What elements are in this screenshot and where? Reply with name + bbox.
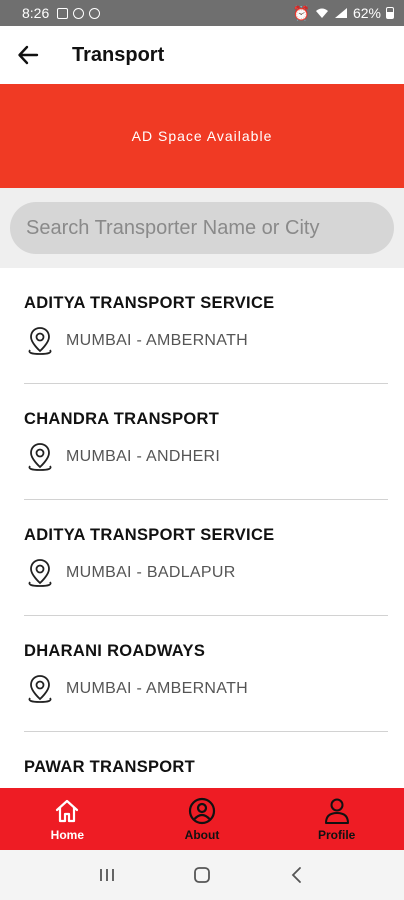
location-pin-icon [28,675,52,703]
transporter-location: MUMBAI - AMBERNATH [66,680,249,697]
nav-home-label: Home [50,827,84,842]
location-pin-icon [28,327,52,355]
home-icon [56,799,79,822]
battery-icon [386,7,394,19]
transporter-name: DHARANI ROADWAYS [24,642,206,660]
user-circle-icon [188,797,216,824]
ad-text: AD Space Available [131,128,273,144]
back-button[interactable] [0,26,56,84]
nav-about-label: About [184,827,220,842]
list-item[interactable]: ADITYA TRANSPORT SERVICE MUMBAI - BADLAP… [0,500,404,616]
list-item[interactable]: CHANDRA TRANSPORT MUMBAI - ANDHERI [0,384,404,500]
location-pin-icon [28,559,52,587]
transporter-name: PAWAR TRANSPORT [24,758,196,776]
transporter-location: MUMBAI - BADLAPUR [66,564,236,581]
transporter-name: CHANDRA TRANSPORT [24,410,220,428]
status-time: 8:26 [22,5,50,21]
location-pin-icon [28,443,52,471]
recent-apps-icon [100,869,115,881]
ad-banner[interactable]: AD Space Available [0,84,404,188]
gallery-icon [57,7,69,19]
search-input[interactable] [10,202,394,254]
system-navigation-bar [0,850,404,900]
person-icon [324,798,349,824]
home-system-button[interactable] [182,860,222,890]
list-item[interactable]: DHARANI ROADWAYS MUMBAI - AMBERNATH [0,616,404,732]
recent-apps-button[interactable] [87,860,127,890]
battery-percent: 62% [352,5,381,21]
arrow-left-icon [18,45,39,65]
chevron-left-icon [291,867,301,883]
nav-home[interactable]: Home [0,788,135,850]
nav-profile-label: Profile [318,827,356,842]
system-back-button[interactable] [277,860,317,890]
app-bar: Transport [0,26,404,84]
home-square-icon [194,867,210,883]
transporter-name: ADITYA TRANSPORT SERVICE [24,526,275,544]
nav-profile[interactable]: Profile [269,788,404,850]
skype-icon [89,7,101,19]
alarm-icon: ⏰ [292,4,310,21]
bottom-navigation: Home About Profile [0,788,404,850]
transporter-location: MUMBAI - ANDHERI [66,448,221,465]
transporter-name: ADITYA TRANSPORT SERVICE [24,294,275,312]
transporter-location: MUMBAI - AMBERNATH [66,332,249,349]
status-bar: 8:26 ⏰ 62% [0,0,404,26]
signal-icon [334,8,347,18]
transporter-list: ADITYA TRANSPORT SERVICE MUMBAI - AMBERN… [0,268,404,788]
list-item[interactable]: ADITYA TRANSPORT SERVICE MUMBAI - AMBERN… [0,268,404,384]
nav-about[interactable]: About [135,788,270,850]
page-title: Transport [72,43,165,66]
whatsapp-icon [73,7,85,19]
notification-icons [57,7,101,19]
list-item[interactable]: PAWAR TRANSPORT [0,732,404,788]
search-container [0,188,404,268]
wifi-icon [315,8,328,18]
